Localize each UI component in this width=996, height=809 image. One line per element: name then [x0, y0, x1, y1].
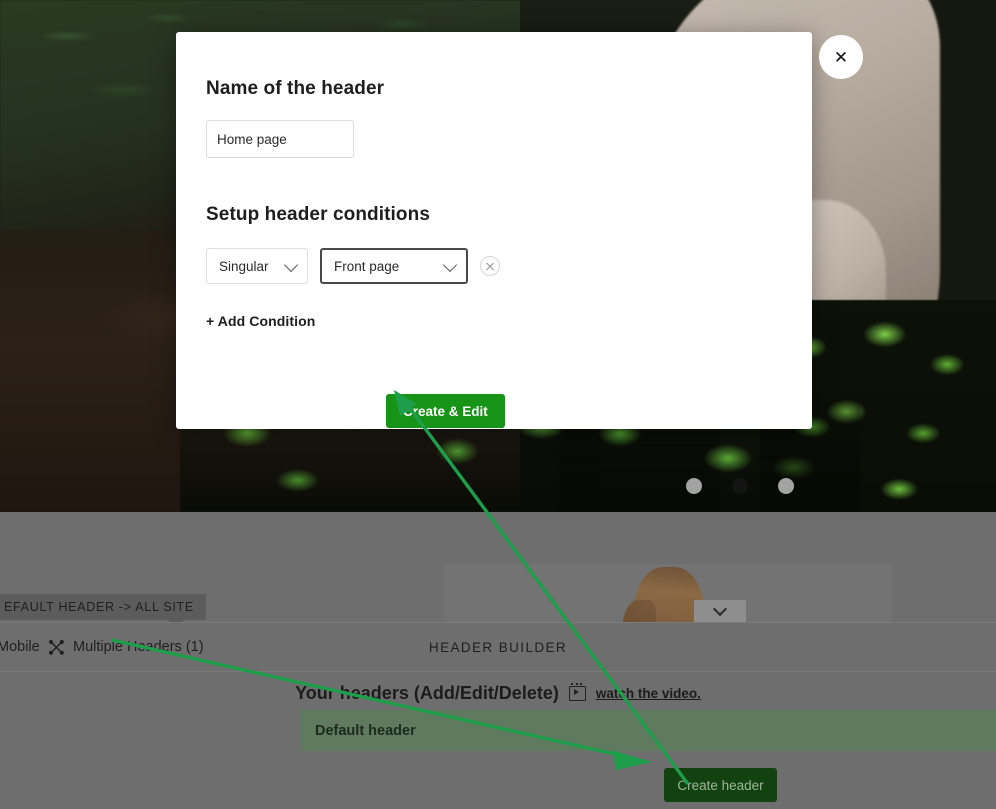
condition-type-value: Singular	[219, 258, 269, 274]
header-builder-title: HEADER BUILDER	[428, 639, 568, 655]
carousel-dot-1[interactable]	[686, 478, 702, 494]
preview-collapse-button[interactable]	[694, 600, 746, 622]
chevron-down-icon	[712, 601, 728, 617]
app-screenshot: Name of the header Setup header conditio…	[0, 0, 996, 809]
add-condition-button[interactable]: + Add Condition	[206, 313, 315, 329]
chevron-down-icon	[283, 257, 299, 273]
your-headers-title: Your headers (Add/Edit/Delete)	[295, 682, 559, 703]
condition-target-select[interactable]: Front page	[320, 248, 468, 284]
header-name-input[interactable]	[206, 120, 354, 158]
name-section-title: Name of the header	[206, 78, 385, 99]
default-header-tooltip: EFAULT HEADER -> ALL SITE	[0, 594, 206, 627]
close-icon[interactable]: ✕	[819, 35, 863, 79]
watch-the-video-link[interactable]: watch the video.	[596, 686, 701, 701]
create-and-edit-button[interactable]: Create & Edit	[386, 394, 505, 428]
header-builder-panel: EFAULT HEADER -> ALL SITE Mobile Multipl…	[0, 512, 996, 809]
condition-row: Singular Front page	[206, 248, 782, 284]
carousel-dot-3[interactable]	[778, 478, 794, 494]
create-header-modal: Name of the header Setup header conditio…	[176, 32, 812, 429]
conditions-section-title: Setup header conditions	[206, 204, 430, 225]
condition-target-value: Front page	[334, 258, 400, 274]
condition-type-select[interactable]: Singular	[206, 248, 308, 284]
remove-condition-button[interactable]	[480, 256, 500, 276]
chevron-down-icon	[442, 257, 458, 273]
carousel-dot-2[interactable]	[732, 478, 748, 494]
video-icon	[568, 682, 586, 701]
carousel-dots	[686, 478, 794, 494]
builder-toolbar: Mobile Multiple Headers (1) HEADER BUILD…	[0, 622, 996, 672]
header-list-item[interactable]: Default header	[300, 710, 996, 751]
create-header-button[interactable]: Create header	[664, 768, 777, 802]
